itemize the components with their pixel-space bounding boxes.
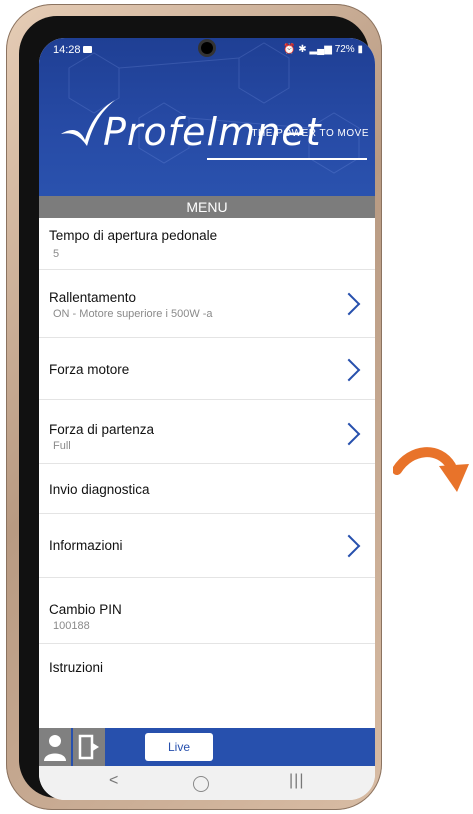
menu-item-information[interactable]: Informazioni xyxy=(39,514,375,578)
menu-title-bar: MENU xyxy=(39,196,375,218)
menu-item-label: Istruzioni xyxy=(49,660,104,675)
menu-item-label: Cambio PIN xyxy=(49,602,122,617)
status-icons: ⏰ ✱ ▂▄▆ 72% ▮ xyxy=(283,44,363,55)
menu-item-pedestrian-opening[interactable]: Tempo di apertura pedonale 5 xyxy=(39,218,375,270)
menu-item-start-force[interactable]: Forza di partenza Full xyxy=(39,400,375,464)
menu-item-value: Full xyxy=(53,440,71,452)
menu-item-label: Invio diagnostica xyxy=(49,482,150,497)
menu-item-value: 5 xyxy=(53,248,60,260)
live-button[interactable]: Live xyxy=(145,733,213,761)
android-nav-bar: < ||| xyxy=(39,766,375,800)
nav-recent-apps-button[interactable]: ||| xyxy=(289,772,304,790)
status-time: 14:28 xyxy=(53,44,81,56)
menu-item-send-diagnostics[interactable]: Invio diagnostica xyxy=(39,464,375,514)
user-icon xyxy=(44,735,66,761)
exit-icon xyxy=(78,734,99,760)
alarm-icon: ⏰ xyxy=(283,44,296,55)
status-bar: 14:28 ⏰ ✱ ▂▄▆ 72% ▮ xyxy=(39,38,375,64)
menu-item-label: Tempo di apertura pedonale xyxy=(49,228,218,243)
app-header: 14:28 ⏰ ✱ ▂▄▆ 72% ▮ Profelmnet THE POWER xyxy=(39,38,375,196)
image-notification-icon xyxy=(83,46,92,53)
app-screen: 14:28 ⏰ ✱ ▂▄▆ 72% ▮ Profelmnet THE POWER xyxy=(39,38,375,800)
menu-item-change-pin[interactable]: Cambio PIN 100188 xyxy=(39,578,375,644)
bluetooth-icon: ✱ xyxy=(298,44,307,55)
menu-item-label: Forza di partenza xyxy=(49,422,155,437)
nav-back-button[interactable]: < xyxy=(109,772,118,790)
menu-item-slowdown[interactable]: Rallentamento ON - Motore superiore i 50… xyxy=(39,270,375,338)
menu-list: Tempo di apertura pedonale 5 Rallentamen… xyxy=(39,218,375,728)
menu-item-label: Rallentamento xyxy=(49,290,137,305)
curved-arrow-icon xyxy=(393,447,469,492)
battery-percent: 72% xyxy=(334,44,355,55)
user-button[interactable] xyxy=(39,728,71,766)
battery-icon: ▮ xyxy=(357,44,363,55)
chevron-right-icon xyxy=(337,534,361,558)
chevron-right-icon xyxy=(337,422,361,446)
front-camera xyxy=(201,42,213,54)
logo-underline xyxy=(207,158,367,160)
chevron-right-icon xyxy=(337,292,361,316)
chevron-right-icon xyxy=(337,358,361,382)
menu-item-label: Informazioni xyxy=(49,538,123,553)
bottom-toolbar: Live xyxy=(39,728,375,766)
menu-item-value: ON - Motore superiore i 500W -a xyxy=(53,308,213,320)
menu-item-instructions[interactable]: Istruzioni xyxy=(39,644,375,728)
menu-item-label: Forza motore xyxy=(49,362,130,377)
menu-item-value: 100188 xyxy=(53,620,90,632)
menu-item-motor-force[interactable]: Forza motore xyxy=(39,338,375,400)
signal-icon: ▂▄▆ xyxy=(309,44,332,55)
brand-tagline: THE POWER TO MOVE xyxy=(251,128,369,139)
exit-button[interactable] xyxy=(73,728,105,766)
nav-home-button[interactable] xyxy=(193,776,209,792)
